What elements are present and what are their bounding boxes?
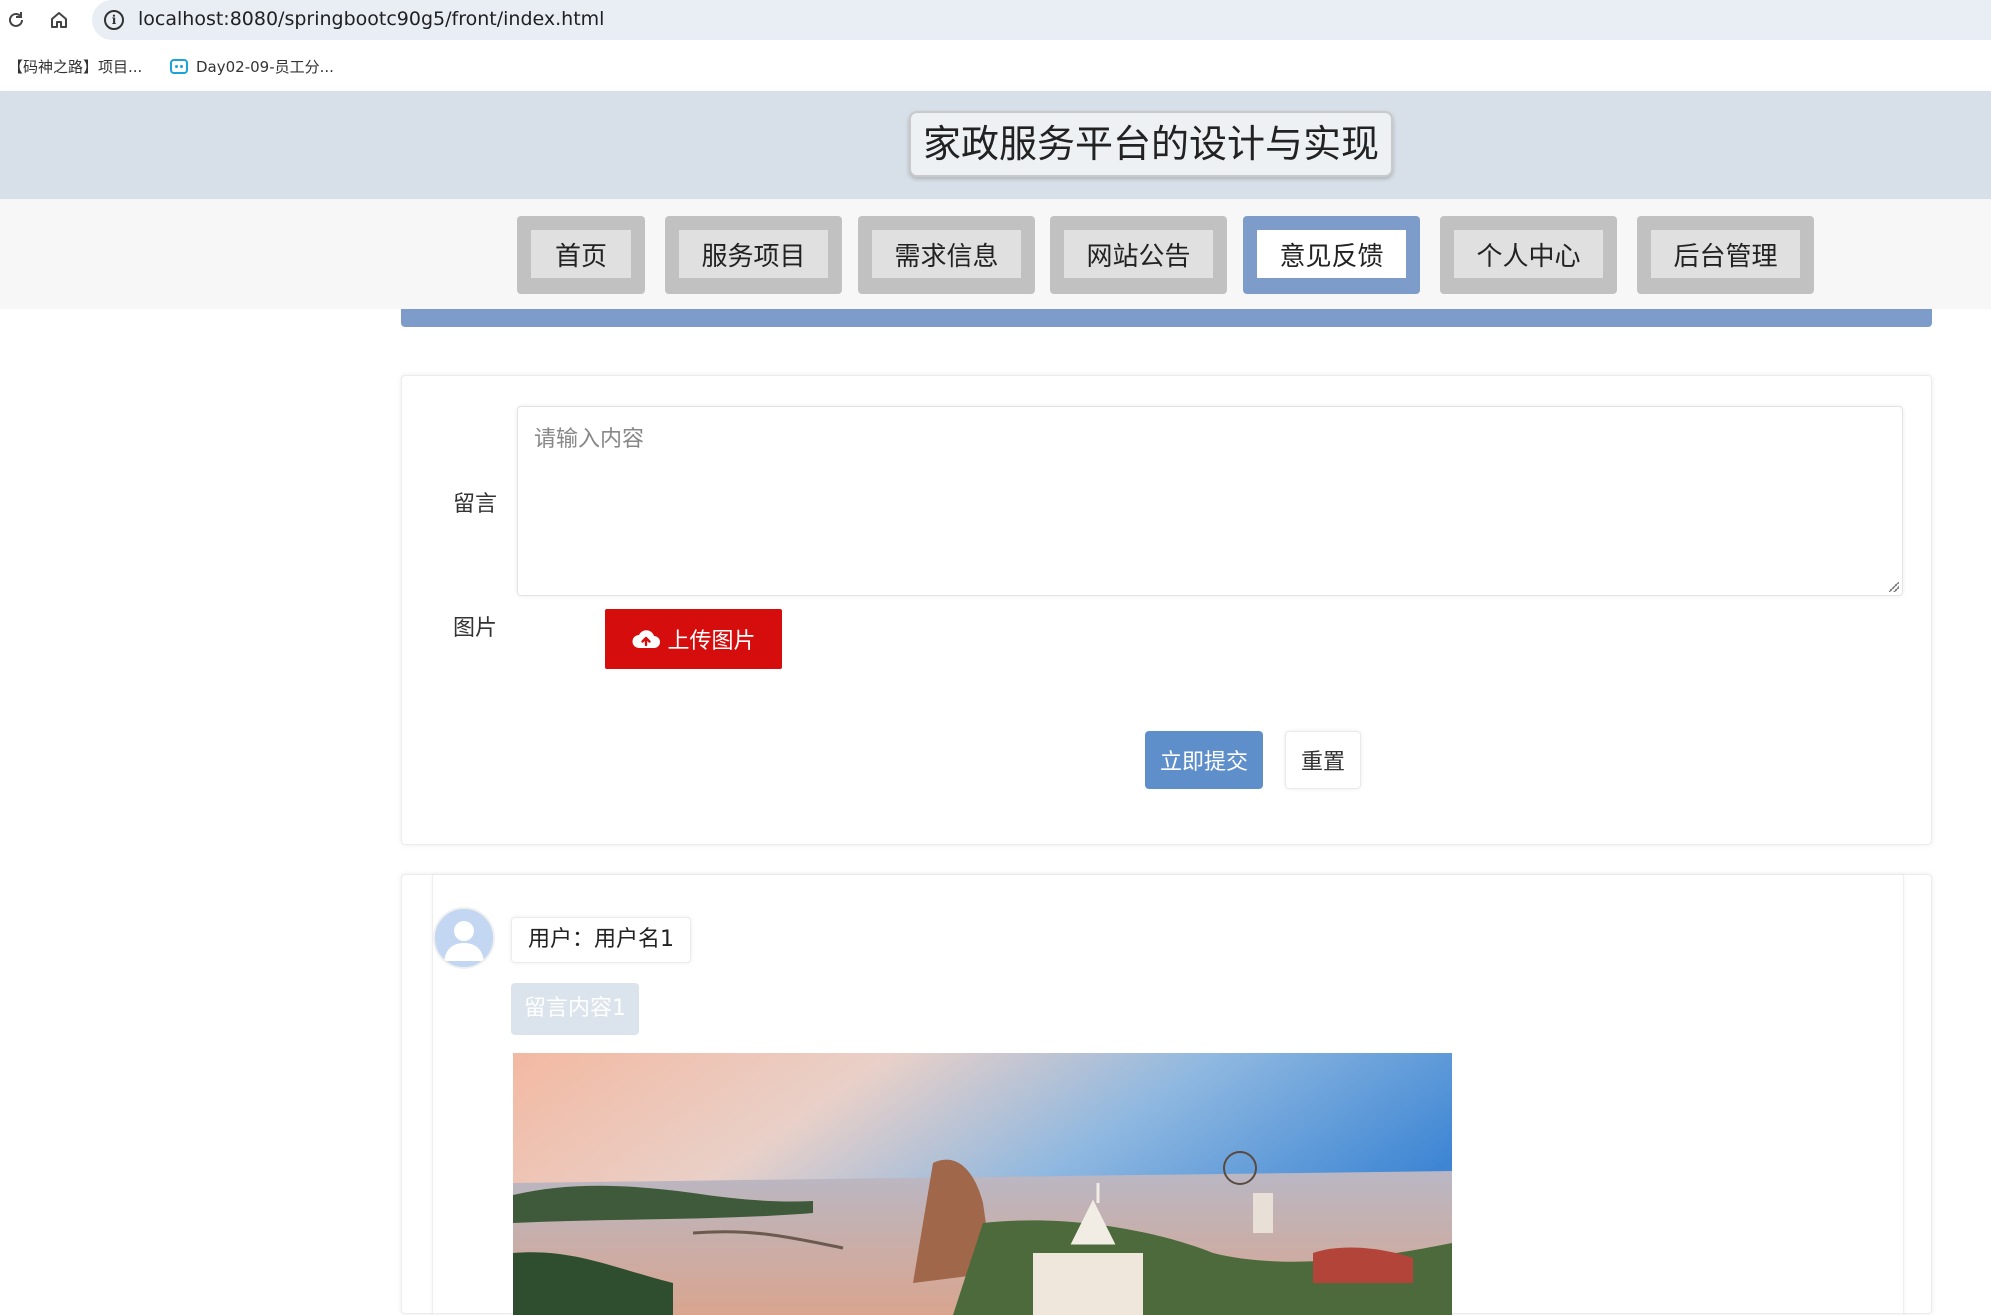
- bookmarks-bar: 【码神之路】项目... Day02-09-员工分...: [0, 40, 1991, 91]
- nav-tab-label: 网站公告: [1064, 230, 1213, 278]
- list-item: 用户：用户名1 留言内容1: [432, 875, 1904, 1315]
- url-text: localhost:8080/springbootc90g5/front/ind…: [138, 8, 605, 30]
- bookmark-label: 【码神之路】项目...: [8, 58, 143, 76]
- site-title: 家政服务平台的设计与实现: [909, 111, 1393, 177]
- message-list: 用户：用户名1 留言内容1: [401, 874, 1932, 1315]
- site-header: 家政服务平台的设计与实现: [0, 91, 1991, 199]
- nav-tab-label: 意见反馈: [1257, 230, 1406, 278]
- message-label: 留言: [453, 492, 498, 517]
- message-photo: [513, 1053, 1452, 1315]
- bookmark-label: Day02-09-员工分...: [196, 58, 334, 76]
- nav-tab-label: 后台管理: [1651, 230, 1800, 278]
- image-label: 图片: [453, 616, 498, 641]
- upload-button-label: 上传图片: [667, 629, 756, 654]
- home-icon[interactable]: [45, 6, 73, 34]
- nav-tab-label: 服务项目: [679, 230, 828, 278]
- nav-tab-label: 首页: [531, 230, 631, 278]
- reload-icon[interactable]: [2, 6, 30, 34]
- nav-tab-home[interactable]: 首页: [517, 216, 645, 294]
- nav-tab-services[interactable]: 服务项目: [665, 216, 842, 294]
- message-user-name: 用户：用户名1: [511, 917, 691, 963]
- upload-image-button[interactable]: 上传图片: [605, 609, 782, 669]
- bookmark-item[interactable]: 【码神之路】项目...: [8, 56, 142, 77]
- nav-tab-label: 需求信息: [872, 230, 1021, 278]
- bilibili-icon: [170, 59, 188, 74]
- submit-button[interactable]: 立即提交: [1145, 731, 1263, 789]
- feedback-form: 留言 图片 上传图片 立即提交 重置: [401, 375, 1932, 845]
- browser-toolbar: i localhost:8080/springbootc90g5/front/i…: [0, 0, 1991, 40]
- main-nav: 首页 服务项目 需求信息 网站公告 意见反馈 个人中心 后台管理: [0, 199, 1991, 309]
- nav-tab-feedback[interactable]: 意见反馈: [1243, 216, 1420, 294]
- bookmark-item[interactable]: Day02-09-员工分...: [170, 56, 334, 77]
- reset-button[interactable]: 重置: [1285, 731, 1361, 789]
- nav-tab-demands[interactable]: 需求信息: [858, 216, 1035, 294]
- nav-tab-admin[interactable]: 后台管理: [1637, 216, 1814, 294]
- user-avatar-icon: [433, 907, 495, 969]
- cloud-upload-icon: [632, 630, 661, 648]
- address-bar[interactable]: i localhost:8080/springbootc90g5/front/i…: [92, 0, 1991, 40]
- message-textarea[interactable]: [517, 406, 1903, 596]
- nav-tab-label: 个人中心: [1454, 230, 1603, 278]
- message-content: 留言内容1: [511, 983, 639, 1035]
- nav-tab-personal-center[interactable]: 个人中心: [1440, 216, 1617, 294]
- textarea-resize-handle[interactable]: [1889, 582, 1899, 592]
- site-info-icon[interactable]: i: [104, 10, 124, 30]
- section-divider-band: [401, 309, 1932, 327]
- nav-tab-announcements[interactable]: 网站公告: [1050, 216, 1227, 294]
